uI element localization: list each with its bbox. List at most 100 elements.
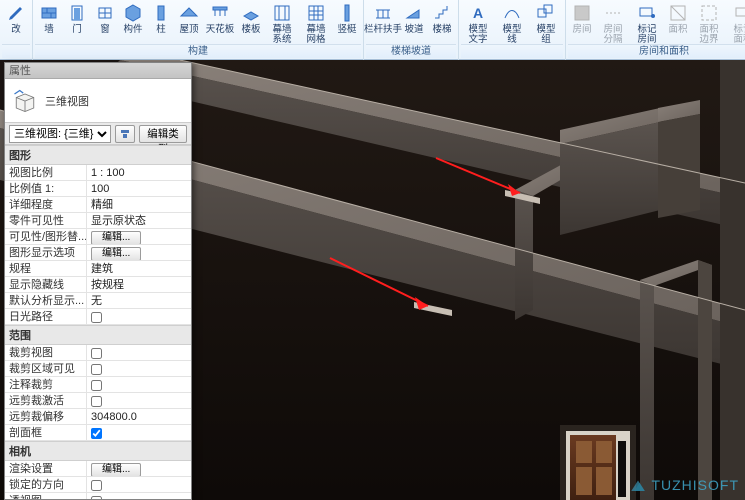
grid-checkbox[interactable] bbox=[91, 312, 102, 323]
grid-row[interactable]: 可见性/图形替...编辑... bbox=[5, 229, 191, 245]
ribbon-roomtag[interactable]: 标记 房间 bbox=[630, 0, 664, 44]
grid-key: 锁定的方向 bbox=[5, 477, 87, 492]
grid-val[interactable]: 编辑... bbox=[87, 245, 191, 260]
ribbon-label: 模型 文字 bbox=[468, 25, 487, 45]
panel-header: 三维视图 bbox=[5, 79, 191, 123]
grid-row[interactable]: 裁剪区域可见 bbox=[5, 361, 191, 377]
grid-val[interactable]: 1 : 100 bbox=[87, 165, 191, 180]
grid-key: 裁剪视图 bbox=[5, 345, 87, 360]
grid-checkbox[interactable] bbox=[91, 480, 102, 491]
curtain-icon bbox=[271, 2, 293, 24]
panel-title: 属性 bbox=[5, 63, 191, 79]
grid-checkbox[interactable] bbox=[91, 364, 102, 375]
grid-val[interactable]: 100 bbox=[87, 181, 191, 196]
ribbon-areatag: 标记 面积 bbox=[726, 0, 745, 44]
ribbon-grid[interactable]: 幕墙 网格 bbox=[299, 0, 333, 44]
ribbon-mtext[interactable]: A模型 文字 bbox=[461, 0, 495, 44]
ribbon-areab: 面积 边界 bbox=[692, 0, 726, 44]
grid-checkbox[interactable] bbox=[91, 496, 102, 499]
ribbon-floor[interactable]: 楼板 bbox=[237, 0, 265, 44]
grid-row[interactable]: 日光路径 bbox=[5, 309, 191, 325]
grid-row[interactable]: 渲染设置编辑... bbox=[5, 461, 191, 477]
ribbon-ramp[interactable]: 坡道 bbox=[400, 0, 428, 44]
grid-val[interactable] bbox=[87, 345, 191, 360]
grid-val[interactable]: 无 bbox=[87, 293, 191, 308]
ribbon-label: 坡道 bbox=[404, 25, 423, 35]
grid-edit-button[interactable]: 编辑... bbox=[91, 231, 141, 244]
grid-key: 显示隐藏线 bbox=[5, 277, 87, 292]
type-selector[interactable]: 三维视图: {三维} bbox=[9, 125, 111, 143]
grid-checkbox[interactable] bbox=[91, 348, 102, 359]
grid-val[interactable]: 按规程 bbox=[87, 277, 191, 292]
ribbon-label: 模型 组 bbox=[536, 25, 555, 45]
grid-val[interactable]: 显示原状态 bbox=[87, 213, 191, 228]
grid-val[interactable] bbox=[87, 393, 191, 408]
ribbon-wall[interactable]: 墙 bbox=[35, 0, 63, 44]
ramp-icon bbox=[403, 2, 425, 24]
grid-section[interactable]: 范围 bbox=[5, 325, 191, 345]
grid-val[interactable] bbox=[87, 309, 191, 324]
grid-row[interactable]: 显示隐藏线按规程 bbox=[5, 277, 191, 293]
ribbon-stair[interactable]: 楼梯 bbox=[428, 0, 456, 44]
grid-val[interactable]: 304800.0 bbox=[87, 409, 191, 424]
grid-row[interactable]: 默认分析显示...无 bbox=[5, 293, 191, 309]
grid-val[interactable] bbox=[87, 361, 191, 376]
grid-row[interactable]: 详细程度精细 bbox=[5, 197, 191, 213]
edit-type-button[interactable]: 编辑类型 bbox=[139, 125, 187, 143]
ribbon-component[interactable]: 构件 bbox=[119, 0, 147, 44]
grid-row[interactable]: 注释裁剪 bbox=[5, 377, 191, 393]
ribbon-door[interactable]: 门 bbox=[63, 0, 91, 44]
grid-row[interactable]: 零件可见性显示原状态 bbox=[5, 213, 191, 229]
door-icon bbox=[66, 2, 88, 24]
grid-val[interactable]: 编辑... bbox=[87, 229, 191, 244]
grid-key: 剖面框 bbox=[5, 425, 87, 440]
grid-edit-button[interactable]: 编辑... bbox=[91, 463, 141, 476]
grid-edit-button[interactable]: 编辑... bbox=[91, 247, 141, 260]
grid-row[interactable]: 比例值 1:100 bbox=[5, 181, 191, 197]
grid-section[interactable]: 相机 bbox=[5, 441, 191, 461]
areatag-icon bbox=[732, 2, 745, 24]
ribbon-mgroup[interactable]: 模型 组 bbox=[529, 0, 563, 44]
grid-row[interactable]: 远剪裁偏移304800.0 bbox=[5, 409, 191, 425]
ribbon-mullion[interactable]: 竖梃 bbox=[333, 0, 361, 44]
ribbon-edit[interactable]: 改 bbox=[2, 0, 30, 44]
grid-checkbox[interactable] bbox=[91, 380, 102, 391]
grid-val[interactable]: 精细 bbox=[87, 197, 191, 212]
grid-row[interactable]: 锁定的方向 bbox=[5, 477, 191, 493]
ribbon-label: 竖梃 bbox=[337, 25, 356, 35]
ribbon-label: 面积 bbox=[668, 25, 687, 35]
ribbon-label: 构件 bbox=[123, 25, 142, 35]
grid-row[interactable]: 剖面框 bbox=[5, 425, 191, 441]
grid-row[interactable]: 透视图 bbox=[5, 493, 191, 499]
wall-icon bbox=[38, 2, 60, 24]
ribbon-ceiling[interactable]: 天花板 bbox=[203, 0, 237, 44]
grid-val[interactable] bbox=[87, 493, 191, 499]
ribbon-label: 面积 边界 bbox=[699, 25, 718, 45]
ribbon-group-label: 构建 bbox=[35, 44, 361, 58]
ribbon-curtain[interactable]: 幕墙 系统 bbox=[265, 0, 299, 44]
ribbon-railing[interactable]: 栏杆扶手 bbox=[366, 0, 400, 44]
watermark: TUZHISOFT bbox=[629, 476, 739, 494]
filter-icon-btn[interactable] bbox=[115, 125, 135, 143]
grid-row[interactable]: 视图比例1 : 100 bbox=[5, 165, 191, 181]
grid-section[interactable]: 图形 bbox=[5, 145, 191, 165]
ribbon-mline[interactable]: 模型 线 bbox=[495, 0, 529, 44]
grid-checkbox[interactable] bbox=[91, 396, 102, 407]
grid-val[interactable] bbox=[87, 377, 191, 392]
grid-checkbox[interactable] bbox=[91, 428, 102, 439]
grid-val[interactable] bbox=[87, 425, 191, 440]
stair-icon bbox=[431, 2, 453, 24]
roof-icon bbox=[178, 2, 200, 24]
grid-val[interactable]: 建筑 bbox=[87, 261, 191, 276]
grid-row[interactable]: 图形显示选项编辑... bbox=[5, 245, 191, 261]
ribbon-window[interactable]: 窗 bbox=[91, 0, 119, 44]
column-icon bbox=[150, 2, 172, 24]
grid-row[interactable]: 裁剪视图 bbox=[5, 345, 191, 361]
grid-row[interactable]: 规程建筑 bbox=[5, 261, 191, 277]
grid-val[interactable] bbox=[87, 477, 191, 492]
grid-val[interactable]: 编辑... bbox=[87, 461, 191, 476]
grid-row[interactable]: 远剪裁激活 bbox=[5, 393, 191, 409]
ribbon-column[interactable]: 柱 bbox=[147, 0, 175, 44]
ribbon-roof[interactable]: 屋顶 bbox=[175, 0, 203, 44]
property-grid[interactable]: 图形视图比例1 : 100比例值 1:100详细程度精细零件可见性显示原状态可见… bbox=[5, 145, 191, 499]
